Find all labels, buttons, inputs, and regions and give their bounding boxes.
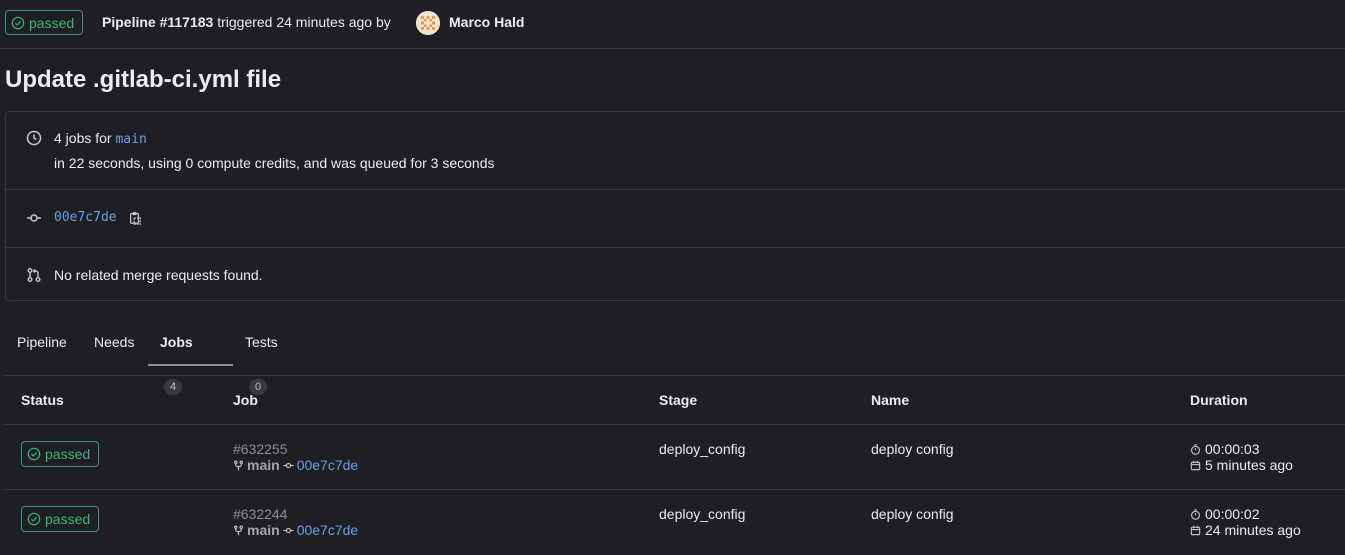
active-tab-indicator xyxy=(148,364,233,366)
pipeline-header: passed Pipeline #117183 triggered 24 min… xyxy=(0,0,1345,49)
job-stage: deploy_config xyxy=(659,441,746,457)
jobs-summary-section: 4 jobs for main in 22 seconds, using 0 c… xyxy=(6,112,1345,190)
job-duration: 00:00:03 xyxy=(1190,441,1260,457)
branch-link[interactable]: main xyxy=(115,132,146,147)
branch-icon xyxy=(233,460,244,470)
author-name[interactable]: Marco Hald xyxy=(449,14,524,30)
tab-jobs[interactable]: Jobs 4 xyxy=(160,320,193,395)
job-finished: 5 minutes ago xyxy=(1190,457,1293,473)
job-ref: main 00e7c7de xyxy=(233,522,358,538)
commit-section: 00e7c7de xyxy=(6,190,1345,248)
calendar-icon xyxy=(1190,525,1201,535)
column-header-duration[interactable]: Duration xyxy=(1190,392,1248,408)
duration-value: 00:00:03 xyxy=(1205,441,1260,457)
job-branch[interactable]: main xyxy=(247,522,280,538)
merge-request-icon xyxy=(27,268,41,282)
tab-count-badge: 4 xyxy=(164,379,183,395)
calendar-icon xyxy=(1190,460,1201,470)
status-label: passed xyxy=(29,14,75,31)
divider xyxy=(5,424,1345,425)
job-name: deploy config xyxy=(871,441,954,457)
status-label: passed xyxy=(45,446,91,462)
job-commit-link[interactable]: 00e7c7de xyxy=(297,457,359,473)
page-title: Update .gitlab-ci.yml file xyxy=(5,66,282,93)
branch-icon xyxy=(233,525,244,535)
commit-icon xyxy=(283,527,294,533)
pipeline-summary: Pipeline #117183 triggered 24 minutes ag… xyxy=(102,14,391,30)
commit-sha-link[interactable]: 00e7c7de xyxy=(54,210,117,225)
check-circle-icon xyxy=(27,512,41,526)
job-stage: deploy_config xyxy=(659,506,746,522)
commit-icon xyxy=(27,214,41,222)
duration-value: 00:00:02 xyxy=(1205,506,1260,522)
job-duration: 00:00:02 xyxy=(1190,506,1260,522)
merge-requests-text: No related merge requests found. xyxy=(54,267,263,283)
tab-label: Tests xyxy=(245,334,278,350)
tab-label: Needs xyxy=(94,334,135,350)
finished-value: 24 minutes ago xyxy=(1205,522,1301,538)
finished-value: 5 minutes ago xyxy=(1205,457,1293,473)
timer-icon xyxy=(1190,443,1201,455)
tab-label: Jobs xyxy=(160,334,193,350)
tab-pipeline[interactable]: Pipeline xyxy=(17,320,67,366)
status-label: passed xyxy=(45,511,91,527)
jobs-count-line: 4 jobs for main xyxy=(54,130,147,147)
jobs-count-text: 4 jobs for xyxy=(54,130,112,146)
column-header-name[interactable]: Name xyxy=(871,392,909,408)
column-header-status[interactable]: Status xyxy=(21,392,64,408)
column-header-stage[interactable]: Stage xyxy=(659,392,697,408)
job-name: deploy config xyxy=(871,506,954,522)
identicon-icon xyxy=(416,11,440,35)
job-commit-link[interactable]: 00e7c7de xyxy=(297,522,359,538)
check-circle-icon xyxy=(27,447,41,461)
clock-icon xyxy=(26,130,42,146)
avatar[interactable] xyxy=(416,11,440,35)
job-status-badge[interactable]: passed xyxy=(21,441,100,467)
job-id-link[interactable]: #632255 xyxy=(233,441,288,457)
tab-label: Pipeline xyxy=(17,334,67,350)
timer-icon xyxy=(1190,508,1201,520)
divider xyxy=(5,489,1345,490)
column-header-job[interactable]: Job xyxy=(233,392,258,408)
status-badge[interactable]: passed xyxy=(5,10,84,35)
pipeline-id[interactable]: Pipeline #117183 xyxy=(102,14,213,30)
duration-line: in 22 seconds, using 0 compute credits, … xyxy=(54,155,495,171)
pipeline-info-card: 4 jobs for main in 22 seconds, using 0 c… xyxy=(5,111,1345,301)
commit-icon xyxy=(283,462,294,468)
job-id-link[interactable]: #632244 xyxy=(233,506,288,522)
triggered-text: triggered 24 minutes ago by xyxy=(217,14,391,30)
job-branch[interactable]: main xyxy=(247,457,280,473)
job-status-badge[interactable]: passed xyxy=(21,506,100,532)
job-ref: main 00e7c7de xyxy=(233,457,358,473)
copy-icon[interactable] xyxy=(128,211,142,225)
check-circle-icon xyxy=(11,16,25,29)
merge-request-section: No related merge requests found. xyxy=(6,248,1345,302)
job-finished: 24 minutes ago xyxy=(1190,522,1301,538)
divider xyxy=(5,375,1345,376)
tab-needs[interactable]: Needs xyxy=(94,320,134,366)
tab-tests[interactable]: Tests0 xyxy=(245,320,278,395)
